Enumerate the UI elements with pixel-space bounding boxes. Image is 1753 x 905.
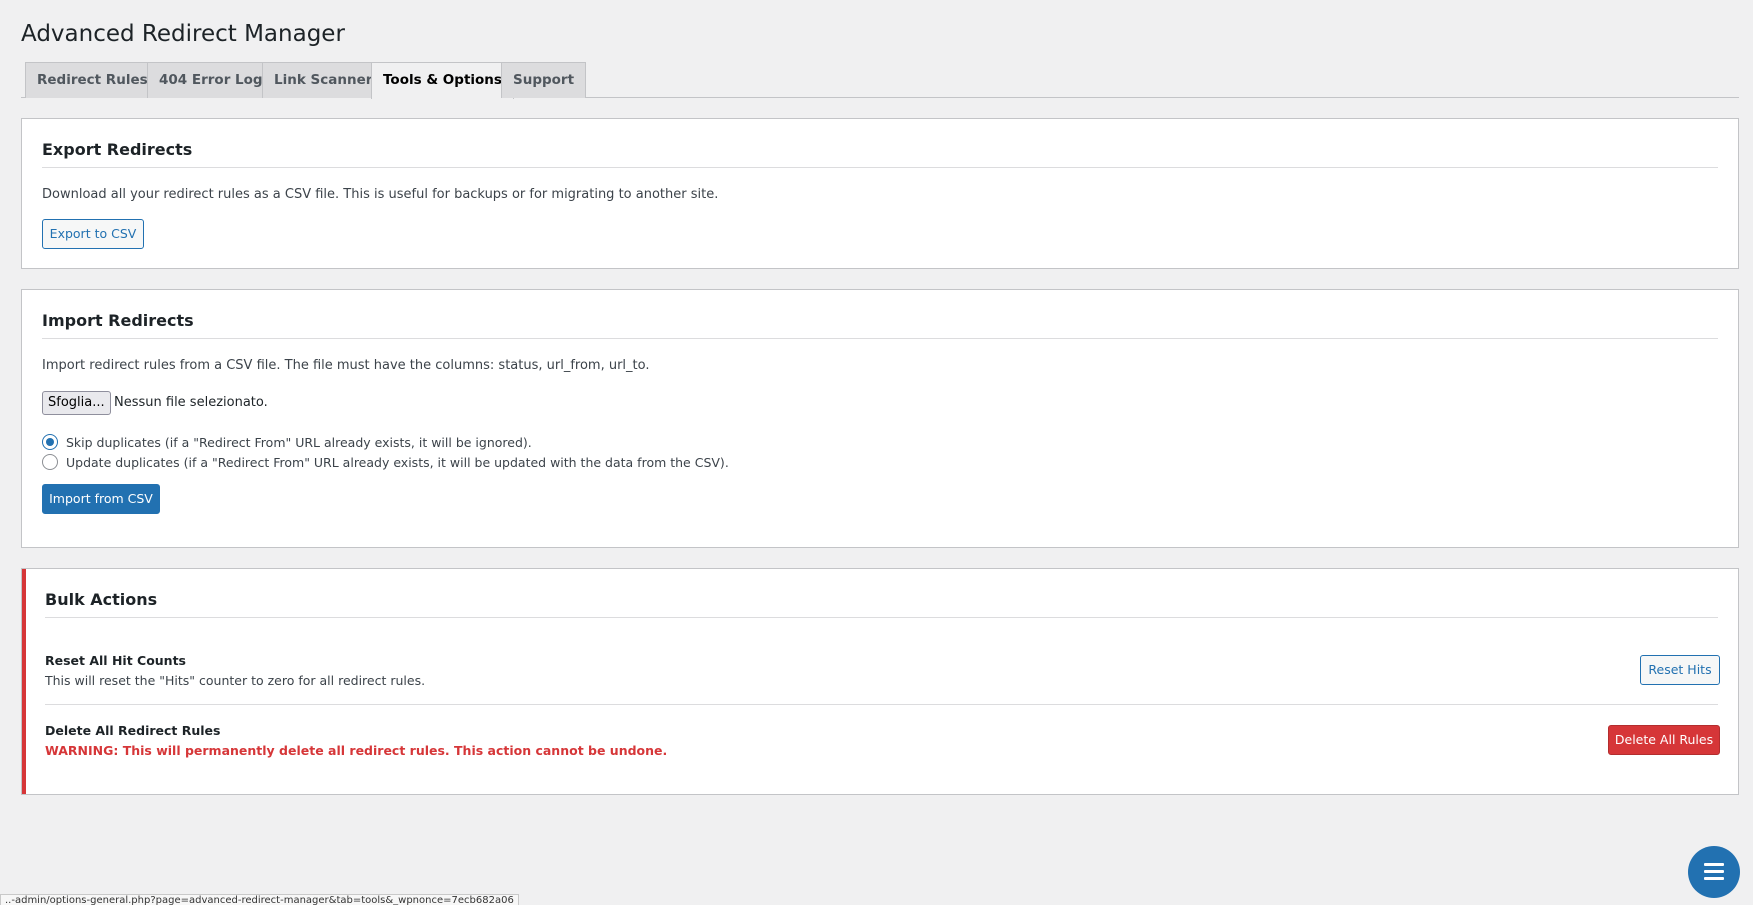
reset-hits-title: Reset All Hit Counts xyxy=(45,653,186,668)
divider xyxy=(42,338,1718,339)
import-card: Import Redirects Import redirect rules f… xyxy=(21,289,1739,548)
reset-hits-description: This will reset the "Hits" counter to ze… xyxy=(45,673,426,688)
import-description: Import redirect rules from a CSV file. T… xyxy=(42,358,650,373)
danger-accent-bar xyxy=(22,569,26,794)
skip-duplicates-label: Skip duplicates (if a "Redirect From" UR… xyxy=(66,434,532,450)
bulk-actions-title: Bulk Actions xyxy=(45,590,158,609)
browser-status-bar: ..-admin/options-general.php?page=advanc… xyxy=(0,894,519,905)
tab-404-error-log[interactable]: 404 Error Log xyxy=(147,62,275,98)
tab-redirect-rules[interactable]: Redirect Rules xyxy=(25,62,160,98)
delete-all-rules-button[interactable]: Delete All Rules xyxy=(1608,725,1720,755)
page-title: Advanced Redirect Manager xyxy=(21,21,345,47)
tab-support[interactable]: Support xyxy=(501,62,587,98)
floating-menu-button[interactable] xyxy=(1688,846,1740,898)
import-title: Import Redirects xyxy=(42,311,194,330)
import-csv-button[interactable]: Import from CSV xyxy=(42,484,160,514)
delete-all-warning: WARNING: This will permanently delete al… xyxy=(45,743,668,758)
export-title: Export Redirects xyxy=(42,140,193,159)
divider xyxy=(45,704,1718,705)
export-card: Export Redirects Download all your redir… xyxy=(21,118,1739,269)
radio-skip-duplicates[interactable] xyxy=(42,434,58,450)
nav-tabs: Redirect Rules 404 Error Log Link Scanne… xyxy=(21,62,1739,99)
update-duplicates-label: Update duplicates (if a "Redirect From" … xyxy=(66,454,729,470)
bulk-actions-card: Bulk Actions Reset All Hit Counts This w… xyxy=(21,568,1739,795)
export-description: Download all your redirect rules as a CS… xyxy=(42,187,719,202)
update-duplicates-option[interactable]: Update duplicates (if a "Redirect From" … xyxy=(42,453,729,471)
tab-tools-options[interactable]: Tools & Options xyxy=(371,62,514,99)
tab-link-scanner[interactable]: Link Scanner xyxy=(262,62,385,98)
radio-update-duplicates[interactable] xyxy=(42,454,58,470)
file-browse-button[interactable]: Sfoglia... xyxy=(42,391,111,415)
delete-all-title: Delete All Redirect Rules xyxy=(45,723,221,738)
file-status: Nessun file selezionato. xyxy=(114,395,268,410)
divider xyxy=(45,617,1718,618)
export-csv-button[interactable]: Export to CSV xyxy=(42,219,144,249)
skip-duplicates-option[interactable]: Skip duplicates (if a "Redirect From" UR… xyxy=(42,433,532,451)
reset-hits-button[interactable]: Reset Hits xyxy=(1640,655,1720,685)
divider xyxy=(42,167,1718,168)
